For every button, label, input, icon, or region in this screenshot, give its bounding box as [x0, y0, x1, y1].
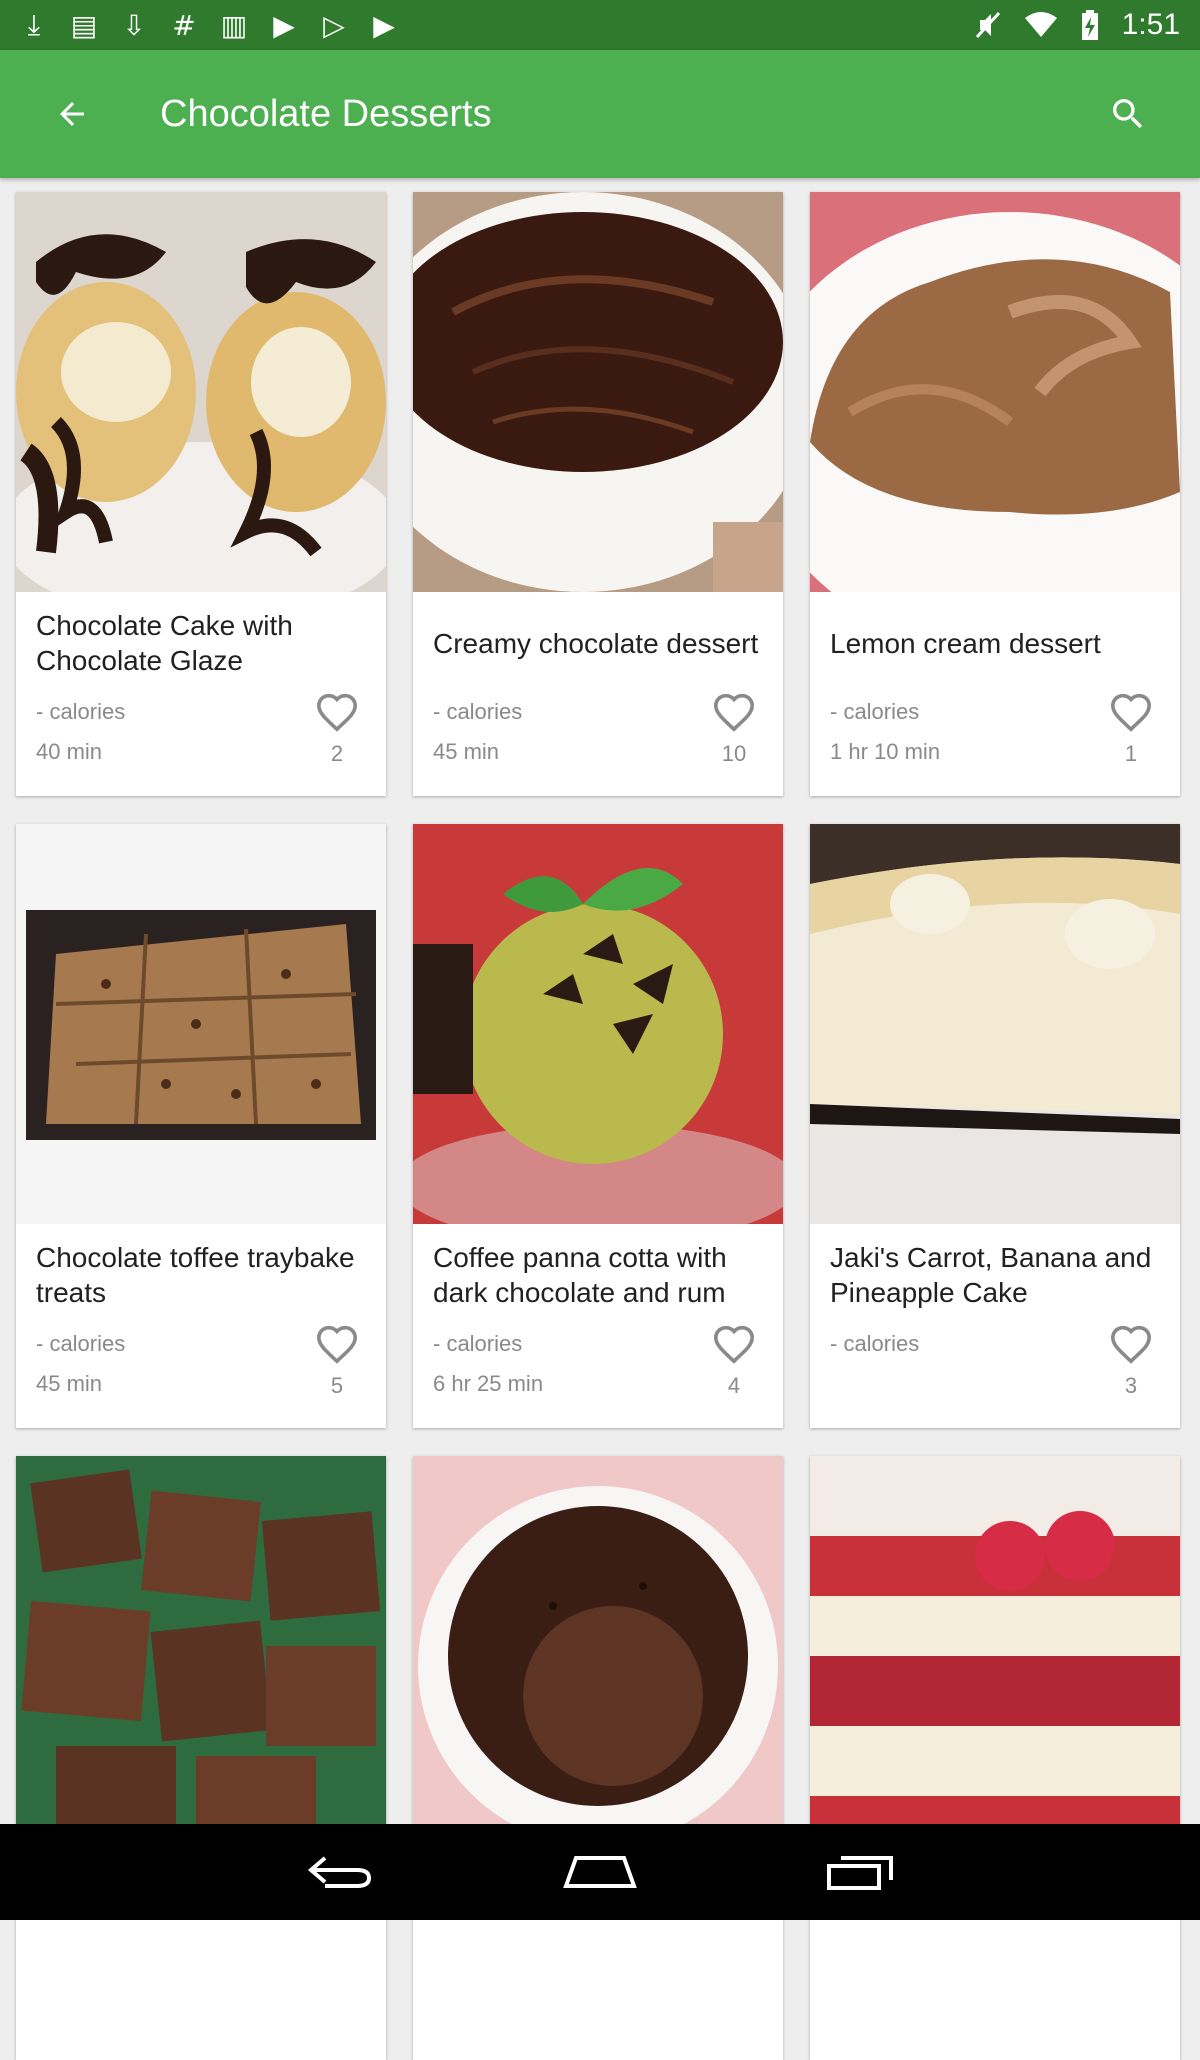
recipe-image	[810, 192, 1180, 592]
card-body: Jaki's Carrot, Banana and Pineapple Cake…	[810, 1224, 1180, 1428]
card-body: Creamy chocolate dessert - calories 45 m…	[413, 592, 783, 796]
recipe-grid: Chocolate Cake with Chocolate Glaze - ca…	[16, 192, 1184, 2060]
notification-icons: ⤓ ▤ ⇩ # ▥ ▶ ▷ ▶	[20, 8, 398, 42]
favorite-count: 2	[312, 741, 362, 767]
recipe-title: Chocolate Cake with Chocolate Glaze	[36, 608, 366, 678]
favorite-button[interactable]: 3	[1106, 1324, 1156, 1399]
recipe-card[interactable]: Chocolate Cake with Chocolate Glaze - ca…	[16, 192, 386, 796]
recipe-image	[16, 1456, 386, 1856]
favorite-count: 4	[709, 1373, 759, 1399]
recipe-card[interactable]	[810, 1456, 1180, 2060]
favorite-count: 5	[312, 1373, 362, 1399]
recipe-card[interactable]	[413, 1456, 783, 2060]
recipe-card[interactable]: Jaki's Carrot, Banana and Pineapple Cake…	[810, 824, 1180, 1428]
favorite-count: 10	[709, 741, 759, 767]
recipe-card[interactable]: Lemon cream dessert - calories 1 hr 10 m…	[810, 192, 1180, 796]
recipe-image	[810, 824, 1180, 1224]
heart-outline-icon	[1109, 692, 1153, 732]
card-body: Chocolate Cake with Chocolate Glaze - ca…	[16, 592, 386, 796]
recipe-image	[810, 1456, 1180, 1856]
recents-nav-icon	[825, 1852, 895, 1892]
recipe-title: Chocolate toffee traybake treats	[36, 1240, 366, 1310]
news-icon: ▤	[70, 9, 98, 42]
home-nav-icon	[562, 1852, 638, 1892]
favorite-button[interactable]: 10	[709, 692, 759, 767]
heart-outline-icon	[315, 692, 359, 732]
heart-outline-icon	[712, 692, 756, 732]
recipe-title: Lemon cream dessert	[830, 608, 1160, 678]
card-body: Chocolate toffee traybake treats - calor…	[16, 1224, 386, 1428]
recipe-image	[413, 192, 783, 592]
search-button[interactable]	[1092, 78, 1164, 150]
nav-recents-button[interactable]	[805, 1837, 915, 1907]
back-nav-icon	[305, 1852, 375, 1892]
recipe-image	[413, 1456, 783, 1856]
play-store-icon: ▷	[320, 9, 348, 42]
favorite-button[interactable]: 5	[312, 1324, 362, 1399]
recipe-image	[16, 192, 386, 592]
battery-charging-icon	[1080, 9, 1100, 41]
arrow-back-icon	[54, 96, 90, 132]
recipe-card[interactable]: Creamy chocolate dessert - calories 45 m…	[413, 192, 783, 796]
hashtag-icon: #	[170, 9, 198, 42]
page-title: Chocolate Desserts	[160, 93, 492, 136]
recipe-card[interactable]: Coffee panna cotta with dark chocolate a…	[413, 824, 783, 1428]
recipe-title: Jaki's Carrot, Banana and Pineapple Cake	[830, 1240, 1160, 1310]
favorite-button[interactable]: 4	[709, 1324, 759, 1399]
recipe-title: Coffee panna cotta with dark chocolate a…	[433, 1240, 763, 1310]
favorite-button[interactable]: 2	[312, 692, 362, 767]
clock: 1:51	[1122, 8, 1180, 42]
barcode-icon: ▥	[220, 9, 248, 42]
favorite-count: 3	[1106, 1373, 1156, 1399]
app-bar: Chocolate Desserts	[0, 50, 1200, 178]
heart-outline-icon	[712, 1324, 756, 1364]
back-button[interactable]	[36, 78, 108, 150]
recipe-image	[413, 824, 783, 1224]
heart-outline-icon	[315, 1324, 359, 1364]
card-body: Coffee panna cotta with dark chocolate a…	[413, 1224, 783, 1428]
download-icon: ⇩	[120, 9, 148, 42]
favorite-count: 1	[1106, 741, 1156, 767]
search-icon	[1108, 94, 1148, 134]
mute-icon	[974, 10, 1002, 40]
system-icons: 1:51	[974, 8, 1180, 42]
nav-back-button[interactable]	[285, 1837, 395, 1907]
play-store-icon: ▶	[270, 9, 298, 42]
heart-outline-icon	[1109, 1324, 1153, 1364]
recipe-card[interactable]: Chocolate toffee traybake treats - calor…	[16, 824, 386, 1428]
status-bar: ⤓ ▤ ⇩ # ▥ ▶ ▷ ▶ 1:51	[0, 0, 1200, 50]
youtube-icon: ▶	[370, 9, 398, 42]
recipe-title: Creamy chocolate dessert	[433, 608, 763, 678]
navigation-bar	[0, 1824, 1200, 1920]
wifi-icon	[1024, 11, 1058, 39]
recipe-card[interactable]	[16, 1456, 386, 2060]
nav-home-button[interactable]	[545, 1837, 655, 1907]
favorite-button[interactable]: 1	[1106, 692, 1156, 767]
download-box-icon: ⤓	[20, 8, 48, 42]
card-body: Lemon cream dessert - calories 1 hr 10 m…	[810, 592, 1180, 796]
recipe-image	[16, 824, 386, 1224]
